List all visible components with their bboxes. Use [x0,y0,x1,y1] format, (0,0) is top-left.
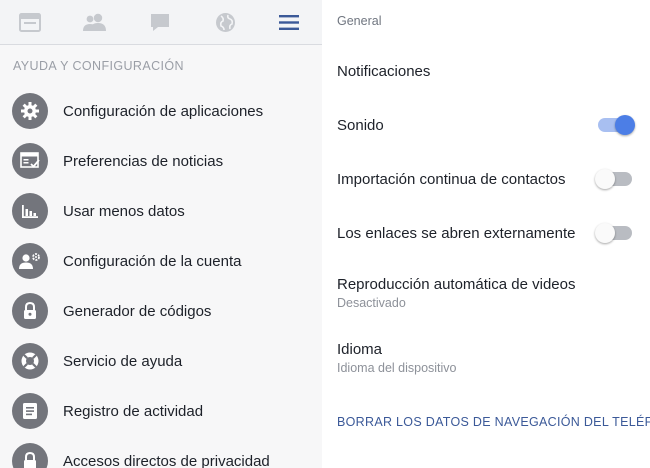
menu-item-account-settings[interactable]: Configuración de la cuenta [0,236,322,286]
menu-item-label: Preferencias de noticias [63,152,224,170]
hamburger-menu-icon [279,14,299,30]
notifications-label: Notificaciones [337,63,431,80]
autoplay-label: Reproducción automática de videos [337,276,576,293]
sound-toggle[interactable] [598,115,635,135]
autoplay-value: Desactivado [337,296,406,310]
menu-item-label: Usar menos datos [63,202,185,220]
tab-menu[interactable] [259,0,319,44]
left-pane: AYUDA Y CONFIGURACIÓN Configuración de a… [0,0,322,468]
menu-item-app-settings[interactable]: Configuración de aplicaciones [0,86,322,136]
section-header: AYUDA Y CONFIGURACIÓN [13,59,184,73]
tab-friends[interactable] [65,0,125,44]
toggle-knob [595,223,615,243]
menu-item-label: Accesos directos de privacidad [63,452,270,468]
gear-icon [12,93,48,129]
menu-item-activity-log[interactable]: Registro de actividad [0,386,322,436]
menu-item-label: Registro de actividad [63,402,204,420]
messages-icon [151,13,169,31]
privacy-lock-icon [12,443,48,468]
tab-messages[interactable] [130,0,190,44]
friends-icon [83,13,106,31]
account-settings-icon [12,243,48,279]
language-row[interactable] [322,331,650,385]
autoplay-row[interactable] [322,266,650,320]
menu-item-label: Configuración de la cuenta [63,252,242,270]
sound-label: Sonido [337,117,384,134]
external-links-toggle[interactable] [595,223,632,243]
settings-menu: Configuración de aplicaciones Preferenci… [0,86,322,468]
clear-browsing-data-link[interactable]: BORRAR LOS DATOS DE NAVEGACIÓN DEL TELÉF… [337,415,650,429]
contacts-import-toggle[interactable] [595,169,632,189]
menu-item-privacy-shortcuts[interactable]: Accesos directos de privacidad [0,436,322,468]
bar-chart-icon [12,193,48,229]
external-links-label: Los enlaces se abren externamente [337,225,576,242]
section-title-general: General [337,14,382,28]
menu-item-label: Generador de códigos [63,302,212,320]
right-pane: General Notificaciones Sonido Importació… [322,0,650,468]
tab-news-feed[interactable] [0,0,60,44]
lifebuoy-icon [12,343,48,379]
globe-icon [215,12,235,32]
menu-item-label: Configuración de aplicaciones [63,102,264,120]
activity-log-icon [12,393,48,429]
toggle-knob [615,115,635,135]
top-navigation-bar [0,0,322,45]
language-value: Idioma del dispositivo [337,361,457,375]
menu-item-help-center[interactable]: Servicio de ayuda [0,336,322,386]
news-preferences-icon [12,143,48,179]
language-label: Idioma [337,341,383,358]
menu-item-news-preferences[interactable]: Preferencias de noticias [0,136,322,186]
menu-item-data-saver[interactable]: Usar menos datos [0,186,322,236]
toggle-knob [595,169,615,189]
lock-icon [12,293,48,329]
menu-item-code-generator[interactable]: Generador de códigos [0,286,322,336]
news-feed-icon [19,12,41,32]
contacts-import-label: Importación continua de contactos [337,171,566,188]
menu-item-label: Servicio de ayuda [63,352,183,370]
tab-notifications[interactable] [195,0,255,44]
